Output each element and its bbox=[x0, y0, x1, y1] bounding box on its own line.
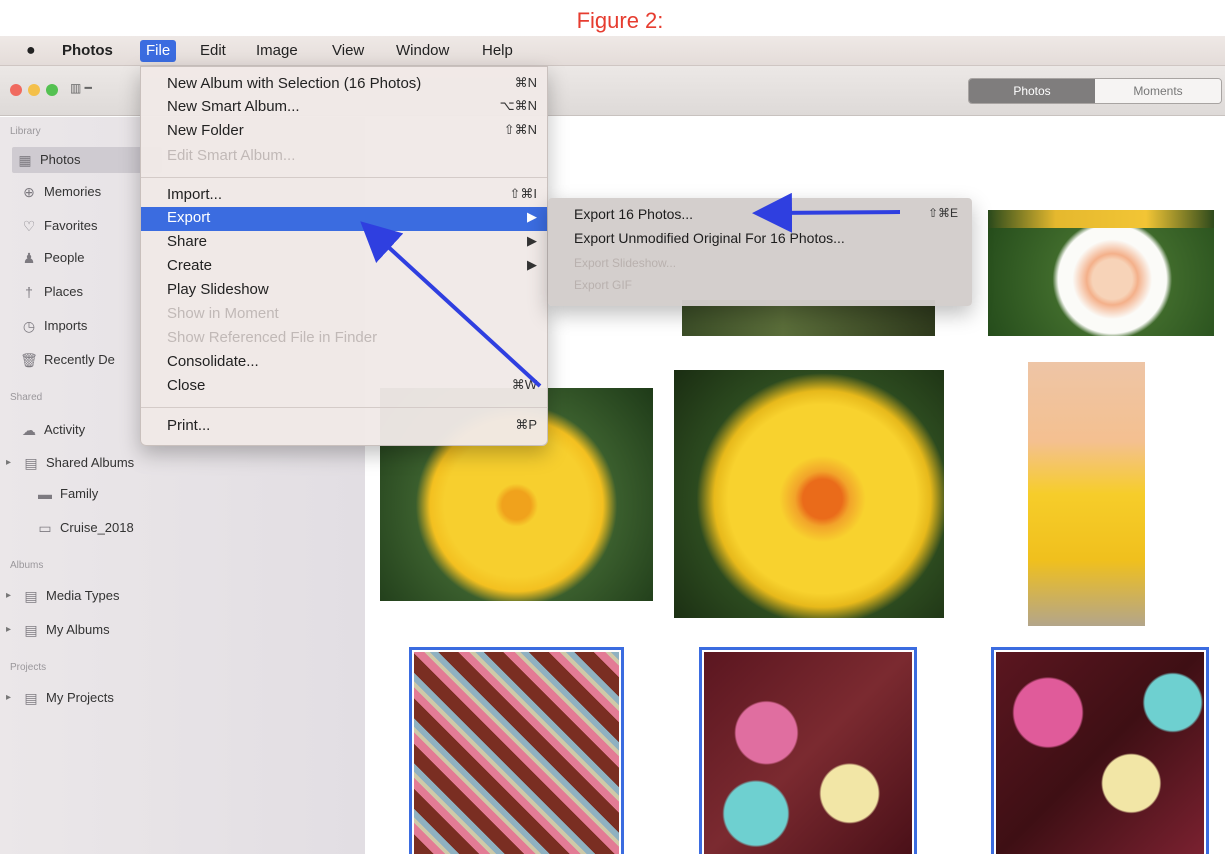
sidebar-item-label: Places bbox=[44, 284, 84, 299]
sidebar-item-label: Media Types bbox=[46, 588, 120, 603]
menu-item-import[interactable]: Import... ⇧⌘I bbox=[141, 184, 547, 208]
submenu-item-export-unmodified[interactable]: Export Unmodified Original For 16 Photos… bbox=[548, 228, 972, 250]
photo-thumbnail-selected[interactable] bbox=[991, 647, 1209, 854]
menu-view[interactable]: View bbox=[326, 40, 370, 62]
segment-photos[interactable]: Photos bbox=[969, 79, 1095, 103]
disclosure-triangle-icon[interactable]: ▸ bbox=[6, 583, 16, 609]
sidebar-item-label: Favorites bbox=[44, 218, 98, 233]
sidebar-item-my-projects[interactable]: ▸ ▤ My Projects bbox=[6, 685, 114, 711]
album-icon: ▭ bbox=[38, 520, 52, 536]
segment-moments[interactable]: Moments bbox=[1095, 79, 1221, 103]
sidebar-item-recently-deleted[interactable]: 🗑 Recently De bbox=[20, 347, 115, 373]
sidebar-section-albums: Albums bbox=[10, 560, 44, 571]
submenu-arrow-icon: ▶ bbox=[527, 233, 537, 248]
submenu-item-export-gif: Export GIF bbox=[574, 278, 633, 292]
photo-thumbnail-selected[interactable] bbox=[409, 647, 624, 854]
sidebar-item-media-types[interactable]: ▸ ▤ Media Types bbox=[6, 583, 119, 609]
menu-edit[interactable]: Edit bbox=[194, 40, 232, 62]
sidebar-item-label: Activity bbox=[44, 422, 86, 437]
folder-icon: ▤ bbox=[24, 588, 38, 604]
folder-icon: ▤ bbox=[24, 690, 38, 706]
minimize-window-button[interactable] bbox=[28, 84, 40, 96]
trash-icon: 🗑 bbox=[20, 352, 38, 368]
photo-thumbnail[interactable] bbox=[1028, 362, 1145, 626]
photo-thumbnail-selected[interactable] bbox=[699, 647, 917, 854]
menu-help[interactable]: Help bbox=[476, 40, 519, 62]
album-icon: ▬ bbox=[38, 486, 52, 502]
menu-app-photos[interactable]: Photos bbox=[56, 40, 119, 62]
menu-item-new-smart-album[interactable]: New Smart Album... ⌥⌘N bbox=[141, 96, 547, 120]
sidebar-item-label: Cruise_2018 bbox=[60, 520, 134, 535]
apple-icon[interactable]: ● bbox=[20, 40, 44, 62]
sidebar-item-favorites[interactable]: ♡ Favorites bbox=[20, 213, 98, 239]
pin-icon: † bbox=[25, 284, 33, 300]
sidebar-item-label: Photos bbox=[40, 152, 81, 167]
sidebar-item-my-albums[interactable]: ▸ ▤ My Albums bbox=[6, 617, 110, 643]
photo-thumbnail[interactable] bbox=[674, 370, 944, 618]
menu-separator bbox=[141, 177, 547, 178]
menu-item-new-folder[interactable]: New Folder ⇧⌘N bbox=[141, 120, 547, 144]
menu-file[interactable]: File bbox=[140, 40, 177, 62]
menu-bar: ● Photos File Edit Image View Window Hel… bbox=[0, 36, 1225, 66]
zoom-window-button[interactable] bbox=[46, 84, 58, 96]
sidebar-section-shared: Shared bbox=[10, 392, 43, 403]
sidebar-toggle-icon[interactable]: ▥ ━ bbox=[70, 81, 130, 99]
view-segmented-control: Photos Moments bbox=[968, 78, 1222, 104]
menu-separator bbox=[141, 407, 547, 408]
clock-icon: ◷ bbox=[22, 318, 36, 334]
figure-title: Figure 2: bbox=[576, 8, 664, 33]
sidebar-item-label: My Projects bbox=[46, 690, 114, 705]
submenu-arrow-icon: ▶ bbox=[527, 209, 537, 224]
cloud-icon: ☁ bbox=[22, 422, 36, 438]
submenu-item-export-photos[interactable]: Export 16 Photos... ⇧⌘E bbox=[548, 204, 972, 226]
menu-item-show-in-moment: Show in Moment bbox=[167, 305, 279, 322]
sidebar-item-family[interactable]: ▬ Family bbox=[36, 481, 98, 507]
menu-item-play-slideshow[interactable]: Play Slideshow bbox=[141, 279, 547, 303]
memories-icon: ⊕ bbox=[23, 184, 35, 200]
sidebar-item-label: Family bbox=[60, 486, 99, 501]
menu-item-consolidate[interactable]: Consolidate... bbox=[141, 351, 547, 375]
menu-image[interactable]: Image bbox=[250, 40, 304, 62]
sidebar-section-library: Library bbox=[10, 126, 41, 137]
person-icon: ♟ bbox=[22, 250, 36, 266]
sidebar-item-label: Imports bbox=[44, 318, 88, 333]
disclosure-triangle-icon[interactable]: ▸ bbox=[6, 685, 16, 711]
sidebar-item-people[interactable]: ♟ People bbox=[20, 245, 85, 271]
sidebar-item-shared-albums[interactable]: ▸ ▤ Shared Albums bbox=[6, 450, 134, 476]
menu-item-show-referenced-file: Show Referenced File in Finder bbox=[167, 329, 378, 346]
menu-item-create[interactable]: Create ▶ bbox=[141, 255, 547, 279]
sidebar-item-imports[interactable]: ◷ Imports bbox=[20, 313, 87, 339]
sidebar-section-projects: Projects bbox=[10, 662, 47, 673]
menu-window[interactable]: Window bbox=[390, 40, 455, 62]
photo-thumbnail[interactable] bbox=[988, 210, 1214, 336]
menu-item-share[interactable]: Share ▶ bbox=[141, 231, 547, 255]
sidebar-item-label: Shared Albums bbox=[46, 455, 135, 470]
sidebar-item-label: People bbox=[44, 250, 85, 265]
menu-item-print[interactable]: Print... ⌘P bbox=[141, 415, 547, 439]
close-window-button[interactable] bbox=[10, 84, 22, 96]
folder-icon: ▤ bbox=[24, 455, 38, 471]
heart-icon: ♡ bbox=[22, 218, 36, 234]
menu-item-new-album-with-selection[interactable]: New Album with Selection (16 Photos) ⌘N bbox=[141, 73, 547, 97]
export-submenu: Export 16 Photos... ⇧⌘E Export Unmodifie… bbox=[548, 198, 972, 306]
file-menu: New Album with Selection (16 Photos) ⌘N … bbox=[140, 66, 548, 446]
sidebar-item-label: My Albums bbox=[46, 622, 110, 637]
sidebar-item-label: Recently De bbox=[44, 352, 115, 367]
sidebar-item-activity[interactable]: ☁ Activity bbox=[20, 417, 85, 443]
submenu-item-export-slideshow: Export Slideshow... bbox=[574, 256, 677, 270]
photos-grid-icon: ▦ bbox=[18, 152, 32, 168]
sidebar-item-places[interactable]: † Places bbox=[20, 279, 83, 305]
disclosure-triangle-icon[interactable]: ▸ bbox=[6, 617, 16, 643]
folder-icon: ▤ bbox=[24, 622, 38, 638]
menu-item-close[interactable]: Close ⌘W bbox=[141, 375, 547, 399]
sidebar-item-label: Memories bbox=[44, 184, 102, 199]
submenu-arrow-icon: ▶ bbox=[527, 257, 537, 272]
disclosure-triangle-icon[interactable]: ▸ bbox=[6, 450, 16, 476]
menu-item-export[interactable]: Export ▶ bbox=[141, 207, 547, 231]
sidebar-item-memories[interactable]: ⊕ Memories bbox=[20, 179, 101, 205]
menu-item-edit-smart-album: Edit Smart Album... bbox=[167, 147, 296, 164]
sidebar-item-cruise-2018[interactable]: ▭ Cruise_2018 bbox=[36, 515, 134, 541]
